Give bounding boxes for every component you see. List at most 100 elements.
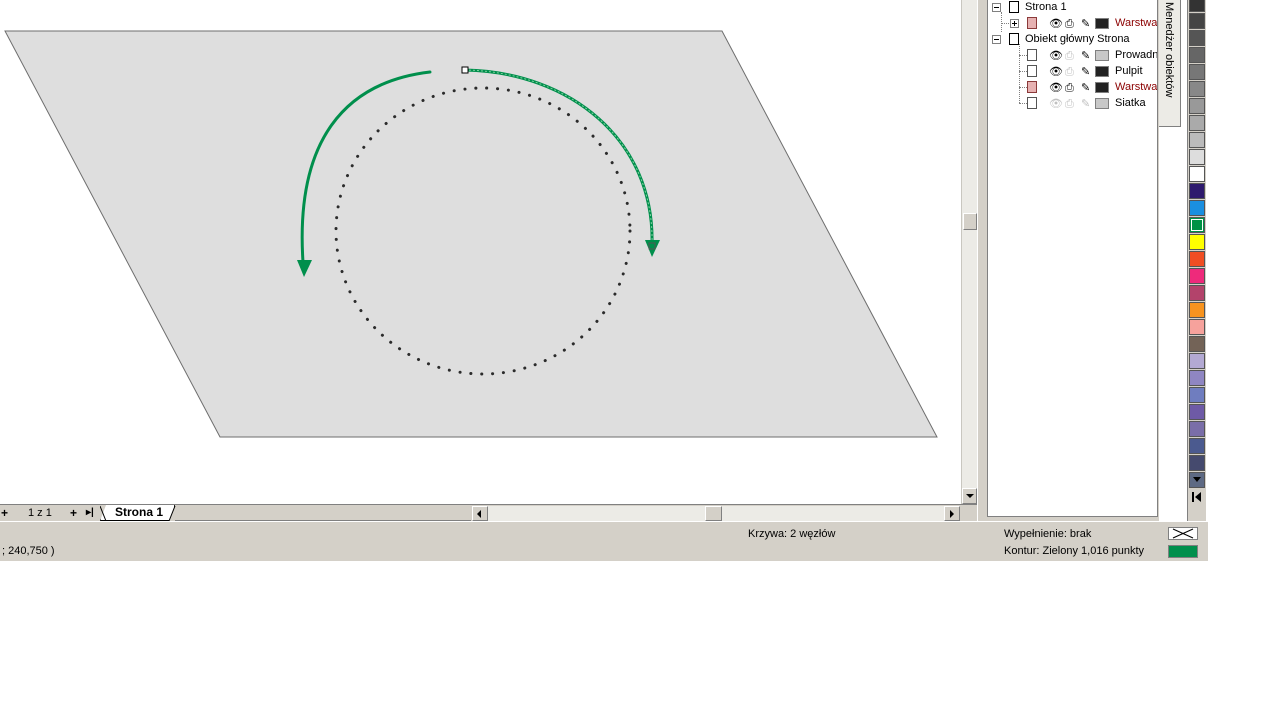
eye-icon[interactable]: 👁 — [1049, 50, 1063, 62]
palette-swatch[interactable] — [1189, 234, 1205, 250]
palette-swatch[interactable] — [1189, 98, 1205, 114]
vertical-scroll-thumb[interactable] — [963, 213, 977, 230]
layer-color-swatch[interactable] — [1095, 50, 1109, 61]
add-page-before-button[interactable]: + — [1, 506, 8, 520]
arrow-right-icon — [950, 510, 954, 518]
printer-icon[interactable]: ⎙ — [1065, 66, 1074, 78]
drawing-svg[interactable] — [0, 0, 961, 504]
palette-swatch[interactable] — [1189, 0, 1205, 12]
palette-swatch[interactable] — [1189, 47, 1205, 63]
palette-swatch[interactable] — [1189, 149, 1205, 165]
layer-color-swatch[interactable] — [1095, 82, 1109, 93]
eye-icon[interactable]: 👁 — [1049, 18, 1063, 30]
eye-icon[interactable]: 👁 — [1049, 82, 1063, 94]
palette-swatch[interactable] — [1189, 132, 1205, 148]
page-navigator: + 1 z 1 + ▸| Strona 1 — [0, 504, 977, 522]
outline-color-swatch[interactable] — [1168, 545, 1198, 558]
vertical-scrollbar[interactable] — [961, 0, 977, 504]
layer-color-swatch[interactable] — [1095, 18, 1109, 29]
palette-swatch[interactable] — [1189, 251, 1205, 267]
pencil-icon[interactable]: ✎ — [1081, 66, 1090, 78]
outline-info: Kontur: Zielony 1,016 punkty — [1004, 545, 1145, 557]
palette-swatch[interactable] — [1189, 285, 1205, 301]
docker-tab-label: Menedżer obiektów — [1163, 2, 1175, 98]
printer-icon[interactable]: ⎙ — [1065, 18, 1074, 30]
scroll-down-button[interactable] — [962, 488, 977, 504]
object-tree[interactable]: Strona 1 👁 ⎙ ✎ Warstwa Obiekt główny Str… — [987, 0, 1158, 517]
printer-icon[interactable]: ⎙ — [1065, 98, 1074, 110]
palette-swatch[interactable] — [1189, 319, 1205, 335]
palette-swatch[interactable] — [1189, 166, 1205, 182]
palette-swatch[interactable] — [1189, 30, 1205, 46]
tree-item-master-page[interactable]: Obiekt główny Strona — [988, 32, 1157, 48]
pencil-icon[interactable]: ✎ — [1081, 98, 1090, 110]
palette-swatch[interactable] — [1189, 200, 1205, 216]
pencil-icon[interactable]: ✎ — [1081, 18, 1090, 30]
page-parallelogram[interactable] — [4, 30, 938, 438]
palette-swatch[interactable] — [1189, 302, 1205, 318]
tree-item-layer-master[interactable]: 👁 ⎙ ✎ Warstwa — [988, 80, 1158, 96]
scroll-corner — [960, 506, 977, 522]
arrow-left-icon — [477, 510, 481, 518]
layer-color-swatch[interactable] — [1095, 66, 1109, 77]
layer-icon — [1027, 17, 1037, 29]
tree-item-label: Warstwa — [1115, 81, 1158, 93]
palette-swatch[interactable] — [1189, 404, 1205, 420]
tree-item-label: Strona 1 — [1025, 1, 1067, 13]
palette-swatch[interactable] — [1189, 115, 1205, 131]
expand-icon[interactable] — [1010, 19, 1019, 28]
layer-color-swatch[interactable] — [1095, 98, 1109, 109]
palette-swatch[interactable] — [1189, 438, 1205, 454]
tree-item-layer-1[interactable]: 👁 ⎙ ✎ Warstwa — [988, 16, 1158, 32]
pencil-icon[interactable]: ✎ — [1081, 50, 1090, 62]
eye-icon[interactable]: 👁 — [1049, 66, 1063, 78]
tree-item-label: Warstwa — [1115, 17, 1158, 29]
horizontal-scroll-thumb[interactable] — [705, 506, 722, 521]
palette-swatch[interactable] — [1189, 217, 1205, 233]
add-page-after-button[interactable]: + — [70, 506, 77, 520]
collapse-icon[interactable] — [992, 35, 1001, 44]
start-node-handle[interactable] — [461, 66, 469, 74]
palette-swatch[interactable] — [1189, 336, 1205, 352]
layer-icon — [1027, 49, 1037, 61]
palette-swatch[interactable] — [1189, 455, 1205, 471]
pencil-icon[interactable]: ✎ — [1081, 82, 1090, 94]
printer-icon[interactable]: ⎙ — [1065, 50, 1074, 62]
palette-swatch[interactable] — [1189, 353, 1205, 369]
scroll-right-button[interactable] — [944, 506, 960, 521]
no-fill-icon — [1172, 528, 1194, 539]
palette-end-icon[interactable] — [1192, 492, 1203, 502]
printer-icon[interactable]: ⎙ — [1065, 82, 1074, 94]
status-bar: ; 240,750 ) Krzywa: 2 węzłów Wypełnienie… — [0, 521, 1208, 561]
palette-swatch[interactable] — [1189, 421, 1205, 437]
fill-swatch-none[interactable] — [1168, 527, 1198, 540]
last-page-button[interactable]: ▸| — [86, 506, 94, 520]
palette-swatch[interactable] — [1189, 64, 1205, 80]
palette-scroll-down-icon[interactable] — [1193, 477, 1201, 482]
palette-swatch[interactable] — [1189, 13, 1205, 29]
palette-swatch[interactable] — [1189, 387, 1205, 403]
eye-icon[interactable]: 👁 — [1049, 98, 1063, 110]
palette-swatch[interactable] — [1189, 370, 1205, 386]
tab-strip — [175, 505, 471, 521]
collapse-icon[interactable] — [992, 3, 1001, 12]
scroll-left-button[interactable] — [472, 506, 488, 521]
tree-item-desktop[interactable]: 👁 ⎙ ✎ Pulpit — [988, 64, 1157, 80]
page-count: 1 z 1 — [28, 507, 52, 519]
arrow-down-icon — [966, 494, 974, 498]
tree-item-label: Prowadn — [1115, 49, 1158, 61]
object-manager-tab[interactable]: Menedżer obiektów — [1159, 0, 1181, 127]
drawing-canvas[interactable] — [0, 0, 961, 504]
cursor-coordinates: ; 240,750 ) — [2, 545, 55, 557]
page-tab-outline — [100, 505, 176, 522]
tree-item-page-1[interactable]: Strona 1 — [988, 0, 1157, 16]
color-palette[interactable] — [1187, 0, 1206, 521]
page-icon — [1009, 33, 1019, 45]
horizontal-scrollbar[interactable] — [472, 506, 960, 521]
tree-item-grid[interactable]: 👁 ⎙ ✎ Siatka — [988, 96, 1157, 112]
tree-item-guides[interactable]: 👁 ⎙ ✎ Prowadn — [988, 48, 1158, 64]
palette-swatch[interactable] — [1189, 268, 1205, 284]
palette-swatch[interactable] — [1189, 81, 1205, 97]
docker-splitter[interactable] — [977, 0, 986, 521]
palette-swatch[interactable] — [1189, 183, 1205, 199]
